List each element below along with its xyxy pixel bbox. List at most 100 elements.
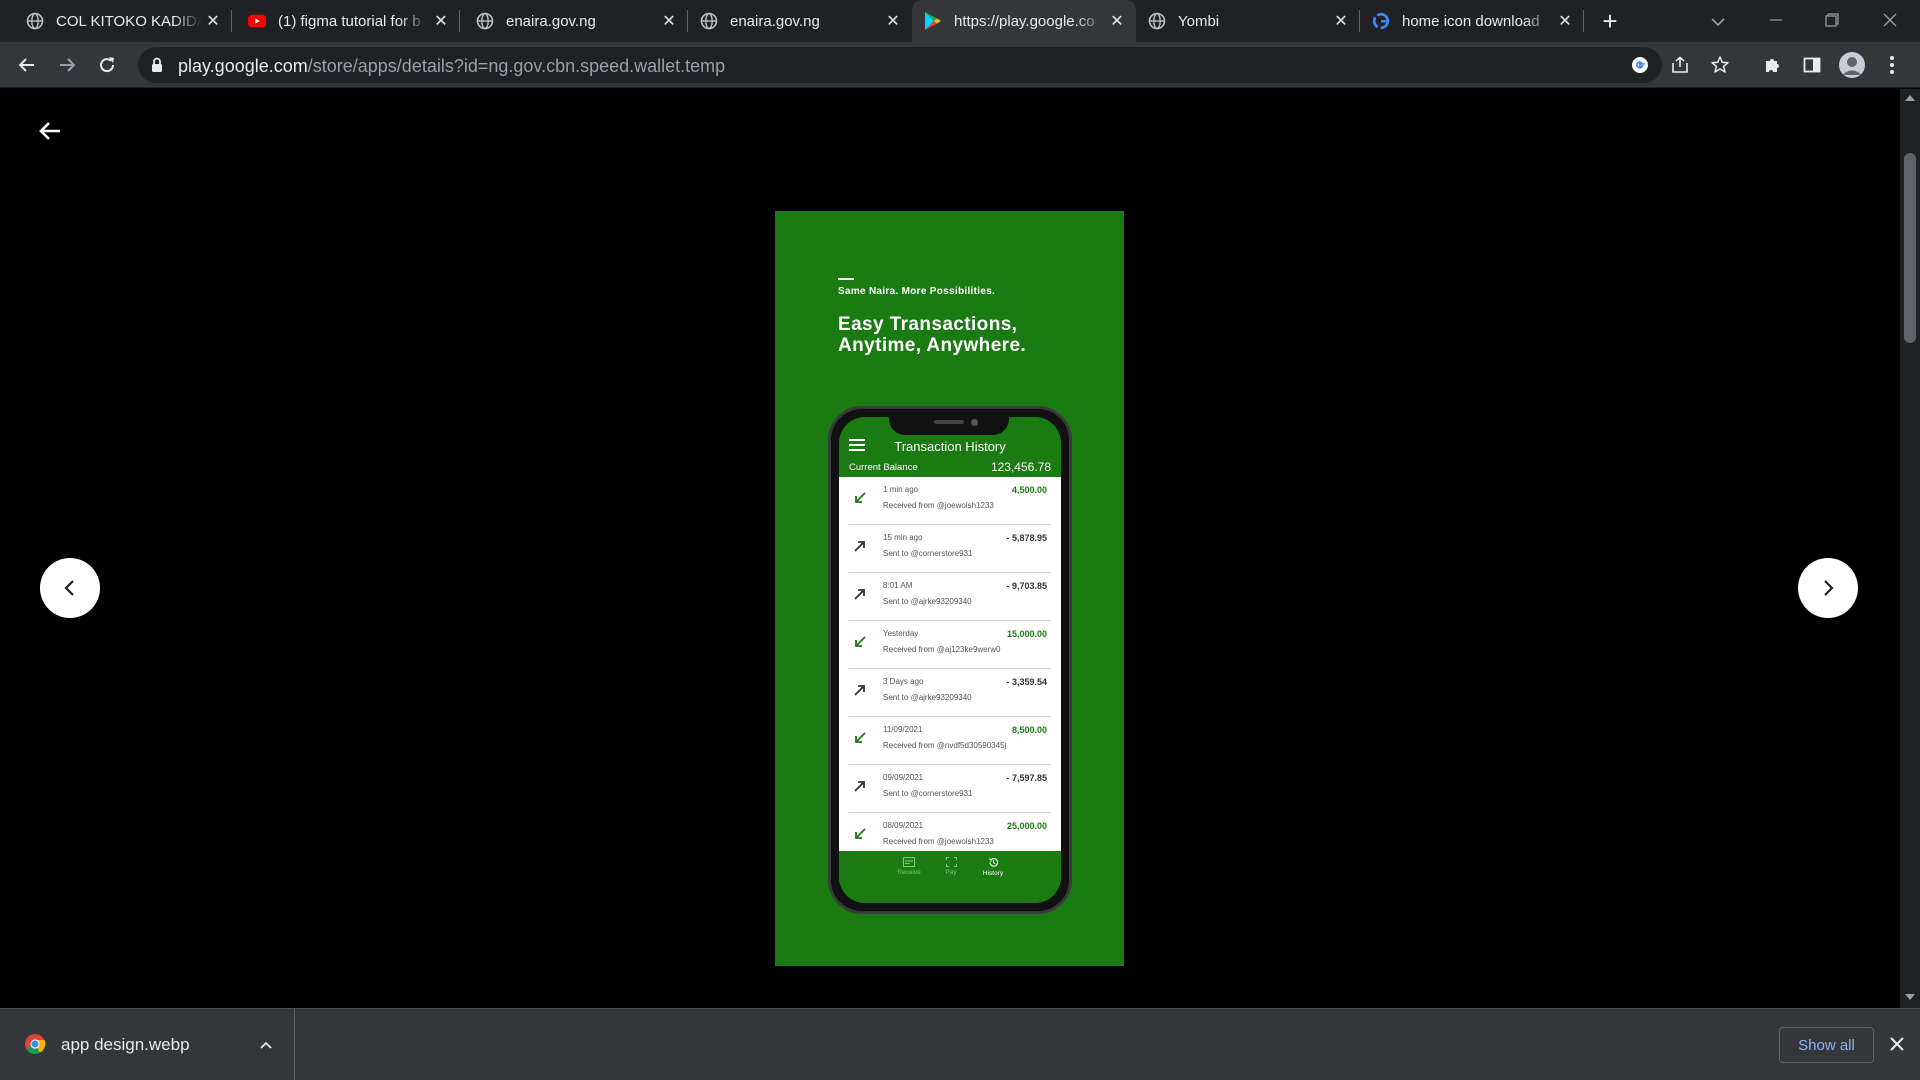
browser-toolbar: play.google.com/store/apps/details?id=ng… (0, 42, 1920, 88)
transaction-row: 15 min ago Sent to @cornerstore931 - 5,8… (849, 525, 1051, 573)
url-host: play.google.com (178, 56, 308, 76)
chrome-file-icon (25, 1034, 46, 1054)
previous-screenshot-button[interactable] (40, 558, 100, 618)
download-shelf: app design.webp Show all (0, 1008, 1920, 1080)
transaction-time: 11/09/2021 (883, 725, 923, 734)
transaction-row: 08/09/2021 Received from @joewolsh1233 2… (849, 813, 1051, 851)
close-shelf-icon[interactable] (1886, 1033, 1908, 1055)
extensions-icon[interactable] (1756, 49, 1788, 81)
tab-title: Yombi (1178, 12, 1220, 30)
youtube-icon (248, 12, 266, 30)
profile-avatar[interactable] (1836, 49, 1868, 81)
headline: Easy Transactions, Anytime, Anywhere. (838, 314, 1027, 356)
tab-close-icon[interactable]: ✕ (202, 10, 224, 32)
page-scrollbar[interactable] (1900, 89, 1920, 1008)
transaction-party: Sent to @cornerstore931 (883, 549, 973, 558)
transaction-time: 08/09/2021 (883, 821, 924, 830)
received-arrow-icon (855, 732, 866, 743)
transaction-party: Received from @nvdf5d30590345j (883, 741, 1007, 750)
transaction-row: Yesterday Received from @aj123ke9werw0 1… (849, 621, 1051, 669)
scrollbar-thumb[interactable] (1904, 153, 1916, 343)
chevron-up-icon[interactable] (256, 1035, 276, 1055)
nav-history-label: History (982, 870, 1004, 877)
phone-notch (889, 413, 1009, 435)
transaction-time: 09/09/2021 (883, 773, 924, 782)
transaction-party: Received from @joewolsh1233 (883, 501, 994, 510)
sent-arrow-icon (854, 781, 865, 792)
nav-pay: Pay (931, 857, 971, 876)
transaction-amount: 25,000.00 (1006, 821, 1047, 831)
scroll-down-icon[interactable] (1905, 994, 1915, 1000)
transaction-time: 8:01 AM (883, 581, 913, 590)
tab-0[interactable]: COL KITOKO KADIDA ✕ (0, 0, 232, 42)
reload-icon[interactable] (91, 49, 123, 81)
lock-icon[interactable] (150, 56, 164, 79)
tab-4-active[interactable]: https://play.google.co ✕ (912, 0, 1136, 42)
transaction-row: 8:01 AM Sent to @ajrke93209340 - 9,703.8… (849, 573, 1051, 621)
transaction-amount: 15,000.00 (1006, 629, 1047, 639)
share-icon[interactable] (1668, 53, 1692, 77)
google-lens-icon[interactable] (1628, 53, 1652, 77)
transaction-party: Received from @aj123ke9werw0 (883, 645, 1001, 654)
scroll-up-icon[interactable] (1905, 95, 1915, 101)
tab-search-icon[interactable] (1706, 10, 1730, 34)
close-viewer-back-icon[interactable] (34, 115, 66, 147)
download-file-name: app design.webp (61, 1035, 190, 1054)
url-path: /store/apps/details?id=ng.gov.cbn.speed.… (307, 56, 726, 76)
restore-icon[interactable] (1804, 0, 1860, 40)
transaction-party: Sent to @ajrke93209340 (883, 597, 972, 606)
received-arrow-icon (855, 636, 866, 647)
tab-close-icon[interactable]: ✕ (430, 10, 452, 32)
tab-close-icon[interactable]: ✕ (1330, 10, 1352, 32)
tab-strip: COL KITOKO KADIDA ✕ (1) figma tutorial f… (0, 0, 1920, 42)
transaction-amount: - 5,878.95 (1006, 533, 1047, 543)
transaction-time: 15 min ago (883, 533, 923, 542)
transaction-amount: - 9,703.85 (1006, 581, 1047, 591)
tab-close-icon[interactable]: ✕ (1554, 10, 1576, 32)
nav-receive-label: Receive (897, 869, 921, 876)
tab-close-icon[interactable]: ✕ (658, 10, 680, 32)
chevron-right-icon (1824, 580, 1834, 596)
address-bar[interactable]: play.google.com/store/apps/details?id=ng… (138, 47, 1729, 83)
side-panel-icon[interactable] (1796, 49, 1828, 81)
tagline: Same Naira. More Possibilities. (838, 286, 996, 297)
google-icon (1372, 12, 1390, 30)
globe-icon (700, 12, 718, 30)
app-screenshot: Same Naira. More Possibilities. Easy Tra… (775, 211, 1124, 966)
tab-2[interactable]: enaira.gov.ng ✕ (460, 0, 688, 42)
back-icon[interactable] (11, 49, 43, 81)
bookmark-star-icon[interactable] (1708, 53, 1732, 77)
tab-close-icon[interactable]: ✕ (882, 10, 904, 32)
tab-title: home icon download (1402, 12, 1540, 30)
chevron-left-icon (64, 580, 74, 596)
tab-title: enaira.gov.ng (506, 12, 596, 30)
close-window-icon[interactable] (1862, 0, 1918, 40)
tab-1[interactable]: (1) figma tutorial for b ✕ (232, 0, 460, 42)
transaction-row: 11/09/2021 Received from @nvdf5d30590345… (849, 717, 1051, 765)
menu-kebab-icon[interactable] (1876, 49, 1908, 81)
globe-icon (476, 12, 494, 30)
tab-title: enaira.gov.ng (730, 12, 820, 30)
transaction-amount: 4,500.00 (1011, 485, 1047, 495)
received-arrow-icon (855, 828, 866, 839)
transaction-party: Sent to @ajrke93209340 (883, 693, 972, 702)
next-screenshot-button[interactable] (1798, 558, 1858, 618)
phone-screen: Transaction History Current Balance 123,… (839, 417, 1061, 903)
google-play-icon (924, 12, 942, 30)
tab-title: https://play.google.co (954, 12, 1095, 30)
sent-arrow-icon (854, 589, 865, 600)
show-all-downloads-button[interactable]: Show all (1779, 1027, 1874, 1063)
transaction-party: Sent to @cornerstore931 (883, 789, 973, 798)
forward-icon[interactable] (51, 49, 83, 81)
minimize-icon[interactable] (1748, 0, 1804, 40)
globe-icon (1148, 12, 1166, 30)
receive-icon (903, 857, 915, 867)
new-tab-button[interactable]: + (1596, 8, 1624, 36)
tab-5[interactable]: Yombi ✕ (1136, 0, 1360, 42)
transaction-row: 09/09/2021 Sent to @cornerstore931 - 7,5… (849, 765, 1051, 813)
tab-3[interactable]: enaira.gov.ng ✕ (688, 0, 912, 42)
tab-6[interactable]: home icon download ✕ (1360, 0, 1584, 42)
download-item[interactable]: app design.webp (0, 1009, 295, 1080)
scan-icon (945, 857, 957, 867)
tab-close-icon[interactable]: ✕ (1106, 10, 1128, 32)
